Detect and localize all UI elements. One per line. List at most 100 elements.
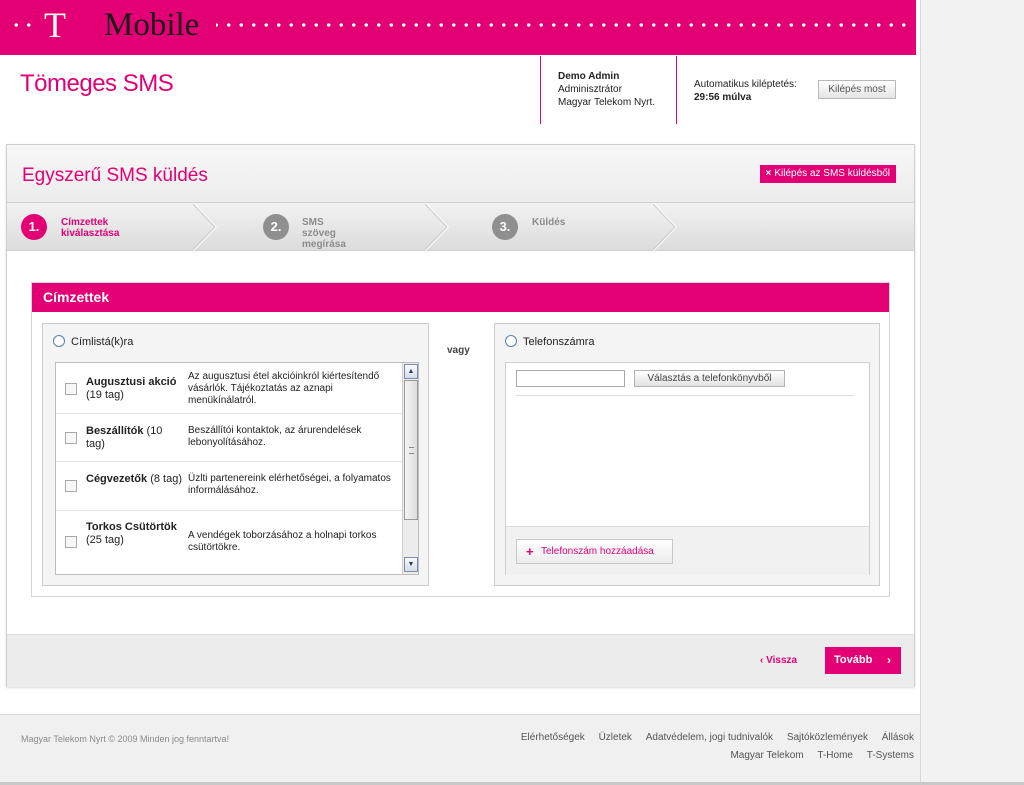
list-item-checkbox[interactable] <box>65 536 77 548</box>
step-label-line: megírása <box>302 239 346 250</box>
next-button[interactable]: Tovább › <box>825 647 901 674</box>
contact-list-option-label: Címlistá(k)ra <box>71 336 134 348</box>
step-label-line: Címzettek <box>61 217 109 228</box>
wizard-nav: ‹ Vissza Tovább › <box>7 634 914 687</box>
footer: Magyar Telekom Nyrt © 2009 Minden jog fe… <box>0 715 920 785</box>
user-role: Adminisztrátor <box>558 84 622 95</box>
add-phone-button[interactable]: + Telefonszám hozzáadása <box>516 539 673 564</box>
list-name: Beszállítók <box>86 425 144 437</box>
back-button[interactable]: ‹ Vissza <box>760 655 797 666</box>
panel-title: Egyszerű SMS küldés <box>22 165 208 186</box>
phone-number-input[interactable] <box>516 370 625 387</box>
chevron-right-icon: › <box>887 653 891 667</box>
footer-link[interactable]: Állások <box>882 732 914 743</box>
footer-links: Magyar Telekom T-Home T-Systems <box>719 750 914 761</box>
step-label: Küldés <box>532 217 565 228</box>
brand-bar: T Mobile <box>0 0 916 55</box>
list-item-checkbox[interactable] <box>65 480 77 492</box>
add-phone-area: + Telefonszám hozzáadása <box>506 526 869 575</box>
footer-link[interactable]: Elérhetőségek <box>521 732 585 743</box>
list-member-count: (8 tag) <box>147 473 182 485</box>
footer-link[interactable]: T-Systems <box>867 750 914 761</box>
footer-link[interactable]: Üzletek <box>599 732 632 743</box>
step-indicator: 1. Címzettek kiválasztása 2. SMS szöveg … <box>7 202 914 251</box>
step-label: Címzettek kiválasztása <box>61 217 119 239</box>
divider <box>516 395 854 396</box>
exit-sms-label: Kilépés az SMS küldésből <box>774 168 890 179</box>
user-info: Demo Admin Adminisztrátor Magyar Telekom… <box>558 70 655 109</box>
step-number: 2. <box>263 214 289 240</box>
footer-link[interactable]: Sajtóközlemények <box>787 732 868 743</box>
auto-logout-time: 29:56 múlva <box>694 92 752 103</box>
brand-name[interactable]: Mobile <box>104 4 199 46</box>
auto-logout-label: Automatikus kiléptetés: <box>694 79 797 90</box>
list-member-count: (25 tag) <box>86 534 124 546</box>
scroll-down-icon[interactable]: ▼ <box>404 557 418 572</box>
logout-now-button[interactable]: Kilépés most <box>818 80 896 99</box>
phone-number-radio[interactable] <box>505 335 517 347</box>
step-label-line: Küldés <box>532 217 566 228</box>
contact-list-radio[interactable] <box>53 335 65 347</box>
contact-list-section: Címlistá(k)ra Augusztusi akció (19 tag) … <box>42 323 429 586</box>
phone-number-area: Választás a telefonkönyvből + Telefonszá… <box>505 362 870 575</box>
step-separator-icon <box>425 203 449 251</box>
step-separator-icon <box>653 203 677 251</box>
phone-book-button[interactable]: Választás a telefonkönyvből <box>634 370 785 387</box>
phone-number-section: Telefonszámra Választás a telefonkönyvbő… <box>494 323 880 586</box>
user-name: Demo Admin <box>558 71 620 82</box>
next-label: Tovább <box>834 654 873 666</box>
list-item[interactable]: Cégvezetők (8 tag) Üzlti partenereink el… <box>56 462 402 511</box>
chevron-left-icon: ‹ <box>760 655 764 666</box>
list-name: Cégvezetők <box>86 473 148 485</box>
list-item-checkbox[interactable] <box>65 432 77 444</box>
step-separator-icon <box>193 203 217 251</box>
list-name: Augusztusi akció <box>86 376 177 388</box>
footer-link[interactable]: Magyar Telekom <box>730 750 803 761</box>
exit-sms-button[interactable]: × Kilépés az SMS küldésből <box>759 165 896 183</box>
list-item-description: A vendégek toborzásához a holnapi torkos… <box>188 530 377 553</box>
list-name: Torkos Csütörtök <box>86 521 177 533</box>
list-item-name: Beszállítók (10 tag) <box>86 425 182 451</box>
auto-logout-info: Automatikus kiléptetés: 29:56 múlva <box>694 78 797 104</box>
phone-number-option[interactable]: Telefonszámra <box>505 335 595 349</box>
scroll-up-icon[interactable]: ▲ <box>404 364 418 379</box>
step-label: SMS szöveg megírása <box>302 217 346 250</box>
recipients-box: Címzettek Címlistá(k)ra Augusztusi akció… <box>31 282 890 597</box>
footer-links: Elérhetőségek Üzletek Adatvédelem, jogi … <box>510 732 914 743</box>
contact-list: Augusztusi akció (19 tag) Az augusztusi … <box>55 362 419 575</box>
list-member-count: (19 tag) <box>86 389 124 401</box>
t-logo-icon[interactable]: T <box>44 4 66 46</box>
list-item-description: Üzlti partenereink elérhetőségei, a foly… <box>188 473 391 496</box>
list-item[interactable]: Beszállítók (10 tag) Beszállítói kontakt… <box>56 414 402 462</box>
step-number: 1. <box>21 214 47 240</box>
list-item-checkbox[interactable] <box>65 383 77 395</box>
list-scrollbar[interactable]: ▲ ▼ <box>402 363 418 574</box>
sms-panel: Egyszerű SMS küldés × Kilépés az SMS küld… <box>6 144 915 687</box>
copyright: Magyar Telekom Nyrt © 2009 Minden jog fe… <box>21 734 230 744</box>
page-gutter <box>920 0 1024 785</box>
list-item[interactable]: Augusztusi akció (19 tag) Az augusztusi … <box>56 363 402 414</box>
list-item-name: Torkos Csütörtök (25 tag) <box>86 521 182 547</box>
list-item[interactable]: Torkos Csütörtök (25 tag) A vendégek tob… <box>56 511 402 574</box>
back-label: Vissza <box>766 655 798 666</box>
list-item-description: Beszállítói kontaktok, az árurendelések … <box>188 425 362 448</box>
step-number: 3. <box>492 214 518 240</box>
plus-icon: + <box>526 544 534 559</box>
header-divider <box>676 56 677 124</box>
panel-header: Egyszerű SMS küldés × Kilépés az SMS küld… <box>7 145 914 202</box>
add-phone-label: Telefonszám hozzáadása <box>541 546 654 557</box>
footer-link[interactable]: Adatvédelem, jogi tudnivalók <box>646 732 773 743</box>
step-label-line: SMS szöveg <box>302 217 336 239</box>
contact-list-option[interactable]: Címlistá(k)ra <box>53 335 133 349</box>
or-label: vagy <box>447 345 470 356</box>
phone-number-option-label: Telefonszámra <box>523 336 595 348</box>
recipients-title: Címzettek <box>32 283 889 312</box>
step-label-line: kiválasztása <box>61 228 120 239</box>
scroll-thumb[interactable] <box>404 380 418 520</box>
list-item-name: Cégvezetők (8 tag) <box>86 473 182 486</box>
grip-icon <box>409 447 414 454</box>
close-icon: × <box>765 168 772 179</box>
list-item-description: Az augusztusi étel akcióinkról kiértesít… <box>188 371 380 406</box>
user-company: Magyar Telekom Nyrt. <box>558 97 656 108</box>
footer-link[interactable]: T-Home <box>817 750 853 761</box>
